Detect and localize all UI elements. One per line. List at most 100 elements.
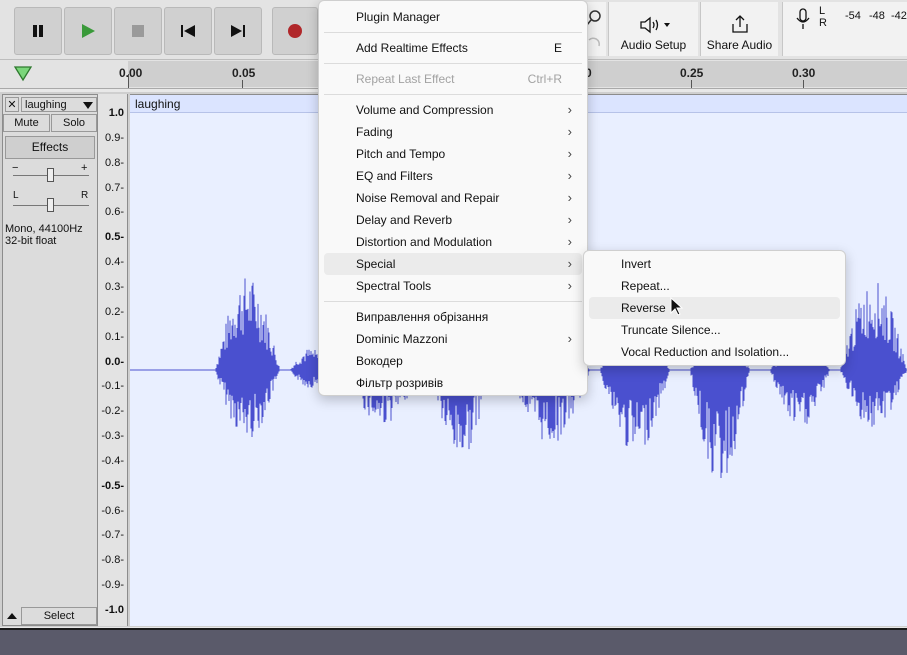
select-button[interactable]: Select bbox=[21, 607, 97, 625]
play-button[interactable] bbox=[64, 7, 112, 55]
menu-item-label: Distortion and Modulation bbox=[356, 235, 493, 249]
stop-button[interactable] bbox=[114, 7, 162, 55]
audio-setup-button[interactable]: Audio Setup bbox=[608, 2, 698, 56]
record-button[interactable] bbox=[272, 7, 318, 55]
chevron-right-icon: › bbox=[567, 234, 572, 249]
share-audio-button[interactable]: Share Audio bbox=[700, 2, 778, 56]
skip-to-start-button[interactable] bbox=[164, 7, 212, 55]
menu-item-noise-removal[interactable]: Noise Removal and Repair › bbox=[324, 187, 582, 209]
track-name-menu[interactable]: laughing bbox=[21, 97, 97, 112]
recording-meter[interactable]: L R -54 -48 -42 bbox=[782, 2, 907, 56]
amplitude-label: 0.0- bbox=[105, 355, 124, 368]
menu-item-vocoder[interactable]: Вокодер bbox=[324, 350, 582, 372]
submenu-item-invert[interactable]: Invert bbox=[589, 253, 840, 275]
menu-separator bbox=[324, 94, 582, 95]
track-control-panel: ✕ laughing Mute Solo Effects − + L R Mon… bbox=[2, 94, 98, 626]
submenu-item-reverse[interactable]: Reverse bbox=[589, 297, 840, 319]
amplitude-label: -0.7- bbox=[101, 529, 124, 542]
microphone-icon bbox=[796, 8, 810, 29]
menu-item-label: Reverse bbox=[621, 301, 666, 315]
track-bitdepth: 32-bit float bbox=[5, 235, 57, 247]
ruler-tick-mark bbox=[242, 80, 243, 88]
menu-item-label: Виправлення обрізання bbox=[356, 310, 489, 324]
menu-item-label: Special bbox=[356, 257, 396, 271]
menu-item-label: Add Realtime Effects bbox=[356, 41, 468, 55]
menu-item-delay-reverb[interactable]: Delay and Reverb › bbox=[324, 209, 582, 231]
submenu-item-vocal-reduction[interactable]: Vocal Reduction and Isolation... bbox=[589, 341, 840, 363]
amplitude-label: 0.5- bbox=[105, 231, 124, 244]
amplitude-label: 0.7- bbox=[105, 181, 124, 194]
chevron-right-icon: › bbox=[567, 124, 572, 139]
ruler-tick-mark bbox=[803, 80, 804, 88]
menu-item-label: Фільтр розривів bbox=[356, 376, 444, 390]
menu-item-pitch-tempo[interactable]: Pitch and Tempo › bbox=[324, 143, 582, 165]
menu-item-eq-filters[interactable]: EQ and Filters › bbox=[324, 165, 582, 187]
gain-plus-label: + bbox=[81, 162, 88, 174]
chevron-right-icon: › bbox=[567, 212, 572, 227]
stop-icon bbox=[132, 25, 144, 37]
menu-item-label: Plugin Manager bbox=[356, 10, 441, 24]
menu-item-spectral-tools[interactable]: Spectral Tools › bbox=[324, 275, 582, 297]
menu-item-label: Dominic Mazzoni bbox=[356, 332, 448, 346]
submenu-item-truncate-silence[interactable]: Truncate Silence... bbox=[589, 319, 840, 341]
solo-button[interactable]: Solo bbox=[51, 114, 97, 132]
gain-slider[interactable]: − + bbox=[3, 162, 97, 183]
effects-row: Effects bbox=[3, 136, 97, 159]
track-format: Mono, 44100Hz bbox=[5, 223, 83, 235]
gain-slider-handle[interactable] bbox=[47, 168, 54, 182]
track-close-button[interactable]: ✕ bbox=[5, 97, 19, 112]
menu-item-clip-fix[interactable]: Виправлення обрізання bbox=[324, 306, 582, 328]
amplitude-label: -0.5- bbox=[101, 479, 124, 492]
menu-item-label: Repeat Last Effect bbox=[356, 72, 455, 86]
menu-item-distortion-modulation[interactable]: Distortion and Modulation › bbox=[324, 231, 582, 253]
menu-item-label: Vocal Reduction and Isolation... bbox=[621, 345, 790, 359]
amplitude-label: -0.4- bbox=[101, 454, 124, 467]
menu-item-label: Noise Removal and Repair bbox=[356, 191, 500, 205]
submenu-item-repeat[interactable]: Repeat... bbox=[589, 275, 840, 297]
amplitude-label: 0.4- bbox=[105, 256, 124, 269]
pause-button[interactable] bbox=[14, 7, 62, 55]
chevron-right-icon: › bbox=[567, 331, 572, 346]
menu-item-label: Volume and Compression bbox=[356, 103, 494, 117]
meter-tick: -48 bbox=[869, 10, 885, 22]
menu-separator bbox=[324, 63, 582, 64]
pan-slider-handle[interactable] bbox=[47, 198, 54, 212]
menu-item-add-realtime-effects[interactable]: Add Realtime Effects E bbox=[324, 37, 582, 59]
amplitude-label: 0.1- bbox=[105, 330, 124, 343]
menu-item-fading[interactable]: Fading › bbox=[324, 121, 582, 143]
menu-item-label: Fading bbox=[356, 125, 393, 139]
menu-item-volume-compression[interactable]: Volume and Compression › bbox=[324, 99, 582, 121]
amplitude-label: 1.0 bbox=[108, 107, 124, 119]
chevron-right-icon: › bbox=[567, 278, 572, 293]
effect-menu: Plugin Manager Add Realtime Effects E Re… bbox=[318, 0, 588, 396]
pan-slider[interactable]: L R bbox=[3, 189, 97, 213]
collapse-icon[interactable] bbox=[4, 608, 20, 624]
amplitude-label: 0.2- bbox=[105, 305, 124, 318]
amplitude-label: -0.8- bbox=[101, 554, 124, 567]
chevron-right-icon: › bbox=[567, 168, 572, 183]
menu-item-gap-filter[interactable]: Фільтр розривів bbox=[324, 372, 582, 394]
menu-item-plugin-manager[interactable]: Plugin Manager bbox=[324, 6, 582, 28]
pan-right-label: R bbox=[81, 190, 89, 201]
skip-to-end-button[interactable] bbox=[214, 7, 262, 55]
mute-button[interactable]: Mute bbox=[3, 114, 50, 132]
amplitude-label: -0.1- bbox=[101, 380, 124, 393]
menu-item-label: EQ and Filters bbox=[356, 169, 433, 183]
amplitude-label: -1.0 bbox=[105, 604, 124, 616]
record-icon bbox=[288, 24, 302, 38]
skip-end-icon bbox=[231, 25, 245, 37]
pan-left-label: L bbox=[13, 190, 19, 201]
chevron-right-icon: › bbox=[567, 146, 572, 161]
menu-item-special[interactable]: Special › bbox=[324, 253, 582, 275]
amplitude-label: -0.3- bbox=[101, 430, 124, 443]
status-bar bbox=[0, 628, 907, 655]
effects-button[interactable]: Effects bbox=[5, 136, 95, 159]
menu-item-label: Truncate Silence... bbox=[621, 323, 721, 337]
play-head-icon[interactable] bbox=[13, 65, 33, 83]
menu-item-dominic-mazzoni[interactable]: Dominic Mazzoni › bbox=[324, 328, 582, 350]
meter-right-label: R bbox=[819, 17, 827, 29]
ruler-label: 0.25 bbox=[680, 66, 704, 80]
menu-item-label: Pitch and Tempo bbox=[356, 147, 446, 161]
amplitude-label: 0.9- bbox=[105, 131, 124, 144]
amplitude-label: -0.6- bbox=[101, 504, 124, 517]
